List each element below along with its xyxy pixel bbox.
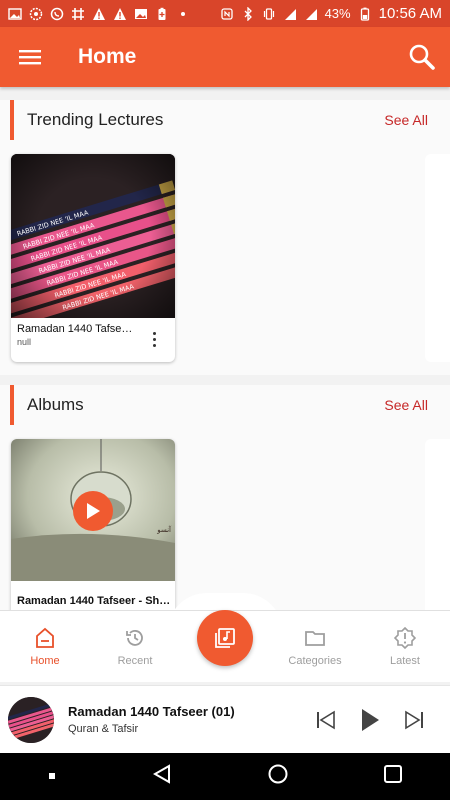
back-icon	[152, 764, 170, 784]
app-bar: Home	[0, 27, 450, 87]
section-title: Trending Lectures	[27, 110, 164, 129]
see-all-link[interactable]: See All	[384, 112, 428, 128]
card-title: Ramadan 1440 Tafseer - Sh…	[17, 595, 171, 607]
play-button[interactable]	[73, 491, 113, 531]
skip-previous-button[interactable]	[304, 698, 348, 742]
warning-icon	[93, 7, 105, 20]
overview-icon	[384, 765, 402, 783]
folder-icon	[305, 630, 325, 646]
lecture-card[interactable]: RABBI ZID NEE 'IL MAA RABBI ZID NEE 'IL …	[11, 154, 175, 362]
more-options-icon[interactable]	[151, 332, 157, 347]
section-accent	[10, 385, 14, 425]
mini-player[interactable]: Ramadan 1440 Tafseer (01) Quran & Tafsir	[0, 685, 450, 753]
new-badge-icon	[394, 626, 416, 649]
next-card-peek[interactable]	[425, 439, 450, 610]
nav-label: Home	[30, 654, 60, 667]
battery-icon	[360, 7, 369, 21]
nav-home[interactable]: Home	[0, 611, 90, 682]
play-icon	[87, 503, 100, 519]
now-playing-info: Ramadan 1440 Tafseer (01) Quran & Tafsir	[68, 704, 304, 735]
now-playing-subtitle: Quran & Tafsir	[68, 723, 139, 735]
dot-icon	[181, 11, 185, 16]
grid-icon	[72, 7, 84, 20]
battery-percent: 43%	[324, 6, 351, 21]
search-icon	[409, 44, 435, 70]
lecture-thumbnail: RABBI ZID NEE 'IL MAA RABBI ZID NEE 'IL …	[11, 154, 175, 318]
menu-button[interactable]	[0, 27, 60, 87]
section-accent	[10, 100, 14, 140]
next-card-peek[interactable]	[425, 154, 450, 362]
home-icon	[36, 627, 54, 648]
bluetooth-icon	[244, 6, 252, 21]
section-header: Trending Lectures See All	[0, 100, 450, 140]
album-card[interactable]: آنسو Ramadan 1440 Tafseer - Sh…	[11, 439, 175, 610]
image-icon	[135, 8, 147, 19]
lte-signal-icon	[284, 8, 296, 20]
nav-latest[interactable]: Latest	[360, 611, 450, 682]
section-trending-lectures: Trending Lectures See All RABBI ZID NEE …	[0, 100, 450, 375]
skip-previous-icon	[317, 710, 335, 729]
section-header: Albums See All	[0, 385, 450, 425]
section-albums: Albums See All آنسو Ramadan 1440 Tafseer…	[0, 385, 450, 610]
play-icon	[362, 708, 379, 731]
skip-next-icon	[405, 710, 423, 729]
clock: 10:56 AM	[378, 5, 442, 22]
page-title: Home	[78, 45, 137, 68]
music-library-button[interactable]	[197, 610, 253, 666]
nav-categories[interactable]: Categories	[270, 611, 360, 682]
back-button[interactable]	[151, 763, 173, 790]
status-bar: 43% 10:56 AM	[0, 0, 450, 27]
history-icon	[126, 629, 143, 646]
hamburger-menu-icon	[19, 50, 41, 65]
system-status: 43% 10:56 AM	[220, 5, 442, 22]
recents-dot-button[interactable]	[47, 768, 57, 786]
vibrate-icon	[263, 7, 274, 20]
see-all-link[interactable]: See All	[384, 397, 428, 413]
signal-icon	[305, 8, 317, 20]
nav-recent[interactable]: Recent	[90, 611, 180, 682]
skip-next-button[interactable]	[392, 698, 436, 742]
album-thumbnail: آنسو	[11, 439, 175, 581]
now-playing-title: Ramadan 1440 Tafseer (01)	[68, 704, 235, 719]
home-circle-icon	[268, 764, 288, 784]
system-navigation-bar	[0, 753, 450, 800]
warning-icon	[114, 7, 126, 20]
image-icon	[8, 7, 22, 20]
home-content[interactable]: Trending Lectures See All RABBI ZID NEE …	[0, 87, 450, 610]
nfc-icon	[220, 7, 233, 20]
square-dot-icon	[49, 772, 55, 779]
battery-saver-icon	[158, 7, 166, 20]
nav-label: Latest	[390, 654, 420, 667]
now-playing-artwork	[8, 696, 54, 743]
search-button[interactable]	[394, 27, 450, 87]
music-library-icon	[215, 628, 235, 648]
notification-icons	[8, 7, 190, 21]
nav-label: Categories	[288, 654, 342, 667]
nav-label: Recent	[117, 654, 153, 667]
home-button[interactable]	[267, 763, 289, 790]
play-pause-button[interactable]	[348, 698, 392, 742]
overview-button[interactable]	[383, 764, 403, 789]
settings-icon	[29, 7, 43, 20]
section-title: Albums	[27, 395, 84, 414]
whatsapp-icon	[50, 7, 64, 20]
